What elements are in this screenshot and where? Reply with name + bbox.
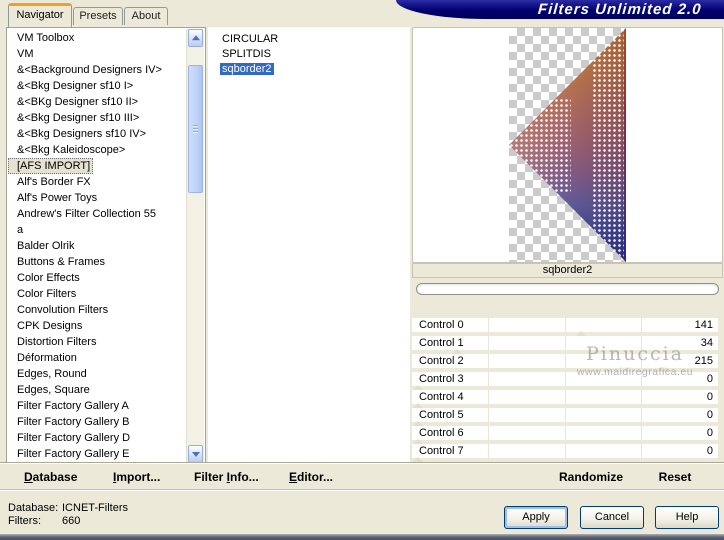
filter-item[interactable]: CIRCULAR (208, 32, 410, 47)
filter-item-label: CIRCULAR (222, 33, 279, 45)
halftone-dots-tip (509, 98, 571, 192)
control-slider-row[interactable]: Control 2 215 (412, 354, 718, 368)
control-slider-row[interactable]: Control 6 0 (412, 426, 718, 440)
filter-item-label: sqborder2 (220, 63, 274, 75)
category-item[interactable]: &<BKg Designer sf10 II> (8, 94, 187, 110)
preview-area (412, 27, 723, 263)
control-value: 215 (694, 355, 713, 367)
category-list-panel: VM Toolbox VM &<Background Designers IV> &<… (6, 27, 206, 465)
halftone-dots-right (592, 28, 626, 262)
preview-filter-result-image (509, 28, 626, 262)
scrollbar-thumb[interactable] (188, 65, 203, 193)
filters-unlimited-dialog: { "window": { "app_title": "Filters Unli… (0, 0, 724, 540)
category-list: VM Toolbox VM &<Background Designers IV> &<… (8, 30, 187, 463)
editor-button[interactable]: Editor... (289, 464, 333, 491)
apply-button[interactable]: Apply (504, 506, 568, 529)
control-label: Control 4 (419, 391, 464, 403)
database-button[interactable]: Database (24, 464, 77, 491)
control-slider-row[interactable]: Control 3 0 (412, 372, 718, 386)
category-item[interactable]: Distortion Filters (8, 334, 187, 350)
database-label: Database: (8, 502, 59, 514)
app-title: Filters Unlimited 2.0 (537, 1, 703, 18)
control-label: Control 0 (419, 319, 464, 331)
control-slider-row[interactable]: Control 4 0 (412, 390, 718, 404)
controls-list: Control 0 141 Control 1 34 Control 2 215 Contr… (412, 318, 718, 463)
scroll-down-button[interactable] (188, 445, 203, 463)
category-item[interactable]: Balder Olrik (8, 238, 187, 254)
control-label: Control 7 (419, 445, 464, 457)
render-progress-bar (416, 283, 719, 295)
control-label: Control 1 (419, 337, 464, 349)
category-item[interactable]: Filter Factory Gallery A (8, 398, 187, 414)
category-item[interactable]: Buttons & Frames (8, 254, 187, 270)
category-item[interactable]: Andrew's Filter Collection 55 (8, 206, 187, 222)
control-value: 0 (706, 427, 713, 439)
control-slider-row[interactable]: Control 7 0 (412, 444, 718, 458)
filter-list-panel: CIRCULAR SPLITDIS sqborder2 (208, 27, 410, 463)
category-scrollbar[interactable] (186, 29, 204, 463)
category-item[interactable]: Filter Factory Gallery E (8, 446, 187, 462)
category-item[interactable]: &<Bkg Designer sf10 III> (8, 110, 187, 126)
category-item[interactable]: VM (8, 46, 187, 62)
control-value: 0 (706, 409, 713, 421)
category-item[interactable]: CPK Designs (8, 318, 187, 334)
control-value: 0 (706, 391, 713, 403)
category-item[interactable]: &<Bkg Designers sf10 IV> (8, 126, 187, 142)
control-value: 0 (706, 373, 713, 385)
category-item[interactable]: [AFS IMPORT] (8, 158, 94, 174)
help-button[interactable]: Help (655, 506, 719, 529)
category-item[interactable]: VM Toolbox (8, 30, 187, 46)
tab-navigator[interactable]: Navigator (8, 3, 72, 27)
control-slider-track[interactable] (412, 457, 718, 463)
category-item[interactable]: Alf's Power Toys (8, 190, 187, 206)
control-label: Control 5 (419, 409, 464, 421)
control-label: Control 3 (419, 373, 464, 385)
category-item[interactable]: Edges, Round (8, 366, 187, 382)
cancel-button[interactable]: Cancel (580, 506, 644, 529)
control-value: 141 (694, 319, 713, 331)
filter-item[interactable]: SPLITDIS (208, 47, 410, 62)
category-item[interactable]: Color Filters (8, 286, 187, 302)
scroll-up-icon (191, 35, 200, 41)
tab-presets[interactable]: Presets (73, 7, 123, 25)
category-item[interactable]: a (8, 222, 187, 238)
import-button[interactable]: Import... (113, 464, 160, 491)
tab-about[interactable]: About (124, 7, 168, 25)
category-item[interactable]: &<Background Designers IV> (8, 62, 187, 78)
control-value: 0 (706, 445, 713, 457)
control-slider-row[interactable]: Control 0 141 (412, 318, 718, 332)
category-item[interactable]: Déformation (8, 350, 187, 366)
title-banner: Filters Unlimited 2.0 (396, 0, 724, 19)
selected-filter-name-bar: sqborder2 (412, 263, 723, 278)
filter-item[interactable]: sqborder2 (208, 62, 410, 77)
category-item[interactable]: Alf's Border FX (8, 174, 187, 190)
category-item[interactable]: Filter Factory Gallery B (8, 414, 187, 430)
control-value: 34 (700, 337, 713, 349)
category-item[interactable]: Edges, Square (8, 382, 187, 398)
control-slider-row[interactable]: Control 5 0 (412, 408, 718, 422)
control-label: Control 2 (419, 355, 464, 367)
scroll-up-button[interactable] (188, 29, 203, 47)
randomize-button[interactable]: Randomize (552, 464, 630, 491)
filters-count-label: Filters: (8, 515, 41, 527)
triangle-right-edge (624, 28, 626, 262)
category-item[interactable]: Color Effects (8, 270, 187, 286)
filter-list: CIRCULAR SPLITDIS sqborder2 (208, 27, 410, 77)
category-item[interactable]: &<Bkg Kaleidoscope> (8, 142, 187, 158)
database-value: ICNET-Filters (62, 502, 128, 514)
filter-item-label: SPLITDIS (222, 48, 271, 60)
filter-info-button[interactable]: Filter Info... (194, 464, 259, 491)
category-item[interactable]: &<Bkg Designer sf10 I> (8, 78, 187, 94)
category-item[interactable]: Convolution Filters (8, 302, 187, 318)
filters-count-value: 660 (62, 515, 81, 527)
control-label: Control 6 (419, 427, 464, 439)
control-slider-row[interactable]: Control 1 34 (412, 336, 718, 350)
bottom-toolbar: Database Import... Filter Info... Editor...… (0, 463, 724, 491)
window-bottom-edge (0, 534, 724, 540)
reset-button[interactable]: Reset (652, 464, 698, 491)
preview-transparency-checkerboard (509, 28, 626, 262)
scroll-down-icon (191, 452, 200, 457)
category-item[interactable]: Filter Factory Gallery D (8, 430, 187, 446)
